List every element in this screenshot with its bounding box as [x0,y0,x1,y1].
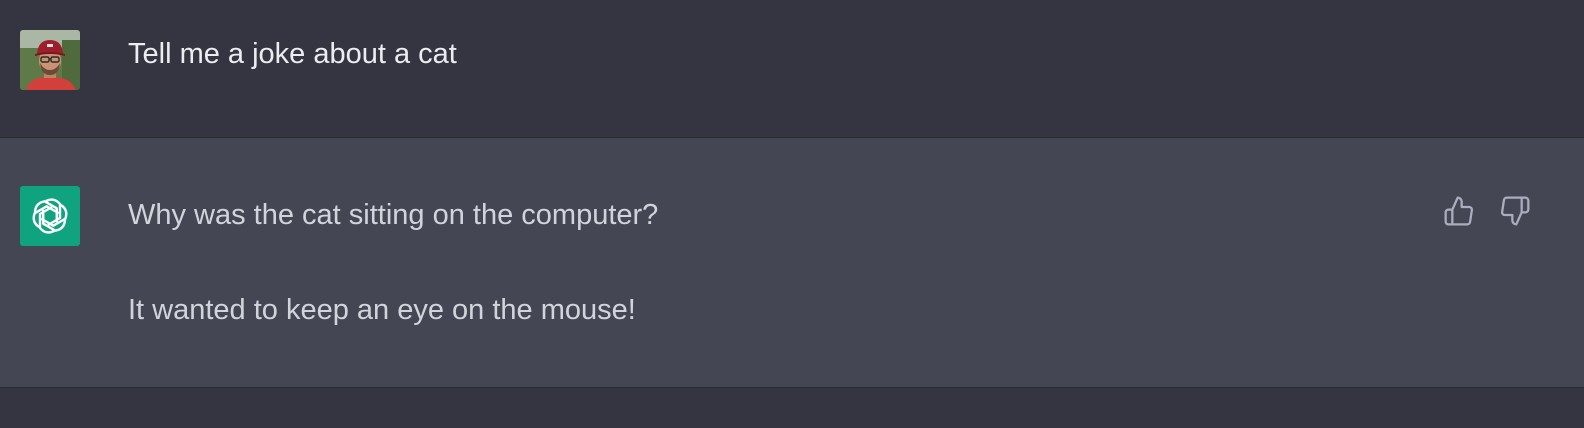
user-photo-avatar [20,30,80,90]
user-message-text: Tell me a joke about a cat [128,38,457,70]
thumbs-down-icon [1500,196,1530,226]
thumbs-up-button[interactable] [1442,194,1476,228]
thumbs-up-icon [1444,196,1474,226]
user-avatar [20,30,80,90]
conversation-bottom-spacer [0,388,1584,428]
assistant-message-row: Why was the cat sitting on the computer?… [0,138,1584,388]
thumbs-down-button[interactable] [1498,194,1532,228]
assistant-message-paragraph: Why was the cat sitting on the computer? [128,199,659,231]
openai-logo-icon [32,198,68,234]
conversation-thread: Tell me a joke about a cat Why was the c… [0,0,1584,428]
user-message-row: Tell me a joke about a cat [0,0,1584,138]
assistant-avatar [20,186,80,246]
assistant-message-paragraph: It wanted to keep an eye on the mouse! [128,294,636,326]
